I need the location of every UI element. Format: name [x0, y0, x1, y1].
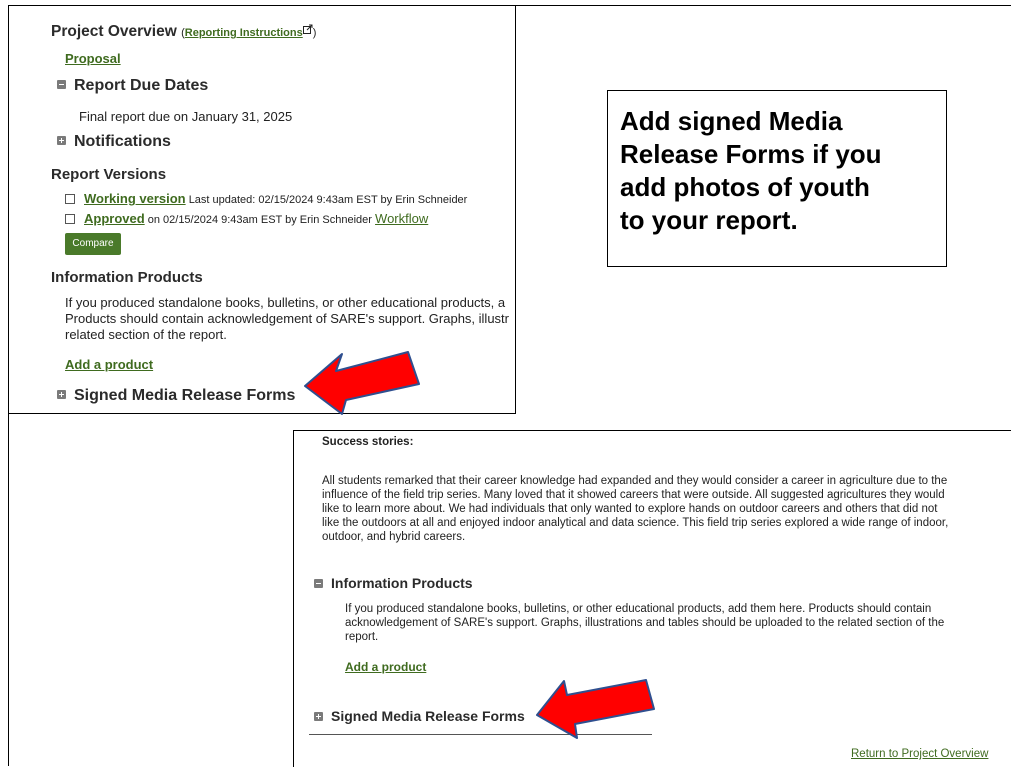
- success-stories-label: Success stories:: [322, 436, 414, 448]
- success-line-4: like the outdoors at all and enjoyed ind…: [322, 517, 949, 529]
- report-versions-heading: Report Versions: [51, 166, 167, 183]
- working-version-link[interactable]: Working version: [84, 191, 186, 206]
- red-arrow-annotation-top: [304, 351, 420, 415]
- success-line-1: All students remarked that their career …: [322, 475, 948, 487]
- bottom-information-products-heading: Information Products: [331, 575, 473, 591]
- return-to-project-overview-link[interactable]: Return to Project Overview: [851, 748, 988, 760]
- report-due-dates-toggle[interactable]: Report Due Dates: [57, 77, 208, 95]
- notifications-toggle[interactable]: Notifications: [57, 133, 171, 151]
- frame-left-line: [8, 412, 9, 766]
- bottom-add-product-link[interactable]: Add a product: [345, 660, 426, 674]
- expand-icon: [314, 711, 323, 721]
- working-version-checkbox[interactable]: [65, 194, 75, 205]
- reporting-instructions-link[interactable]: Reporting Instructions: [185, 27, 303, 39]
- callout-text: Add signed Media Release Forms if you ad…: [620, 106, 882, 235]
- workflow-link[interactable]: Workflow: [375, 211, 428, 226]
- bottom-info-line-3: report.: [345, 631, 379, 643]
- approved-version-row: Approved on 02/15/2024 9:43am EST by Eri…: [65, 211, 428, 226]
- info-line-2: Products should contain acknowledgement …: [65, 311, 509, 326]
- expand-icon: [57, 136, 66, 146]
- info-line-3: related section of the report.: [65, 327, 227, 342]
- bottom-info-products-toggle[interactable]: Information Products: [314, 575, 473, 591]
- info-line-1: If you produced standalone books, bullet…: [65, 295, 506, 310]
- red-arrow-annotation-bottom: [536, 679, 655, 739]
- success-line-5: outdoor, and hybrid careers.: [322, 531, 466, 543]
- report-due-dates-heading: Report Due Dates: [74, 77, 209, 94]
- working-version-row: Working version Last updated: 02/15/2024…: [65, 191, 467, 206]
- final-report-due-text: Final report due on January 31, 2025: [79, 109, 293, 124]
- notifications-heading: Notifications: [74, 133, 171, 150]
- signed-media-release-heading: Signed Media Release Forms: [74, 387, 296, 404]
- external-link-icon: [302, 24, 313, 34]
- working-version-meta: Last updated: 02/15/2024 9:43am EST by E…: [188, 194, 468, 206]
- bottom-info-line-2: acknowledgement of SARE's support. Graph…: [345, 617, 945, 629]
- expand-icon: [57, 390, 66, 400]
- information-products-heading: Information Products: [51, 269, 203, 286]
- top-screenshot-panel: Project Overview (Reporting Instructions…: [8, 5, 516, 414]
- add-product-link[interactable]: Add a product: [65, 357, 153, 372]
- proposal-link[interactable]: Proposal: [65, 51, 121, 66]
- collapse-icon: [57, 80, 66, 90]
- compare-button[interactable]: Compare: [65, 233, 121, 255]
- success-line-2: influence of the field trip series. Many…: [322, 489, 945, 501]
- approved-meta: on 02/15/2024 9:43am EST by Erin Schneid…: [147, 214, 372, 226]
- signed-media-release-toggle[interactable]: Signed Media Release Forms: [57, 387, 295, 405]
- bottom-info-line-1: If you produced standalone books, bullet…: [345, 603, 932, 615]
- paren-close: ): [312, 27, 317, 39]
- callout-box: Add signed Media Release Forms if you ad…: [607, 90, 947, 267]
- project-overview-title: Project Overview: [51, 23, 177, 40]
- project-overview-heading: Project Overview (Reporting Instructions…: [51, 23, 316, 41]
- collapse-icon: [314, 578, 323, 588]
- approved-version-checkbox[interactable]: [65, 214, 75, 225]
- success-line-3: like to learn more about. We had individ…: [322, 503, 938, 515]
- bottom-signed-media-release-heading: Signed Media Release Forms: [331, 708, 525, 724]
- bottom-signed-media-release-toggle[interactable]: Signed Media Release Forms: [314, 708, 525, 724]
- frame-top-line: [514, 5, 1011, 6]
- approved-link[interactable]: Approved: [84, 211, 145, 226]
